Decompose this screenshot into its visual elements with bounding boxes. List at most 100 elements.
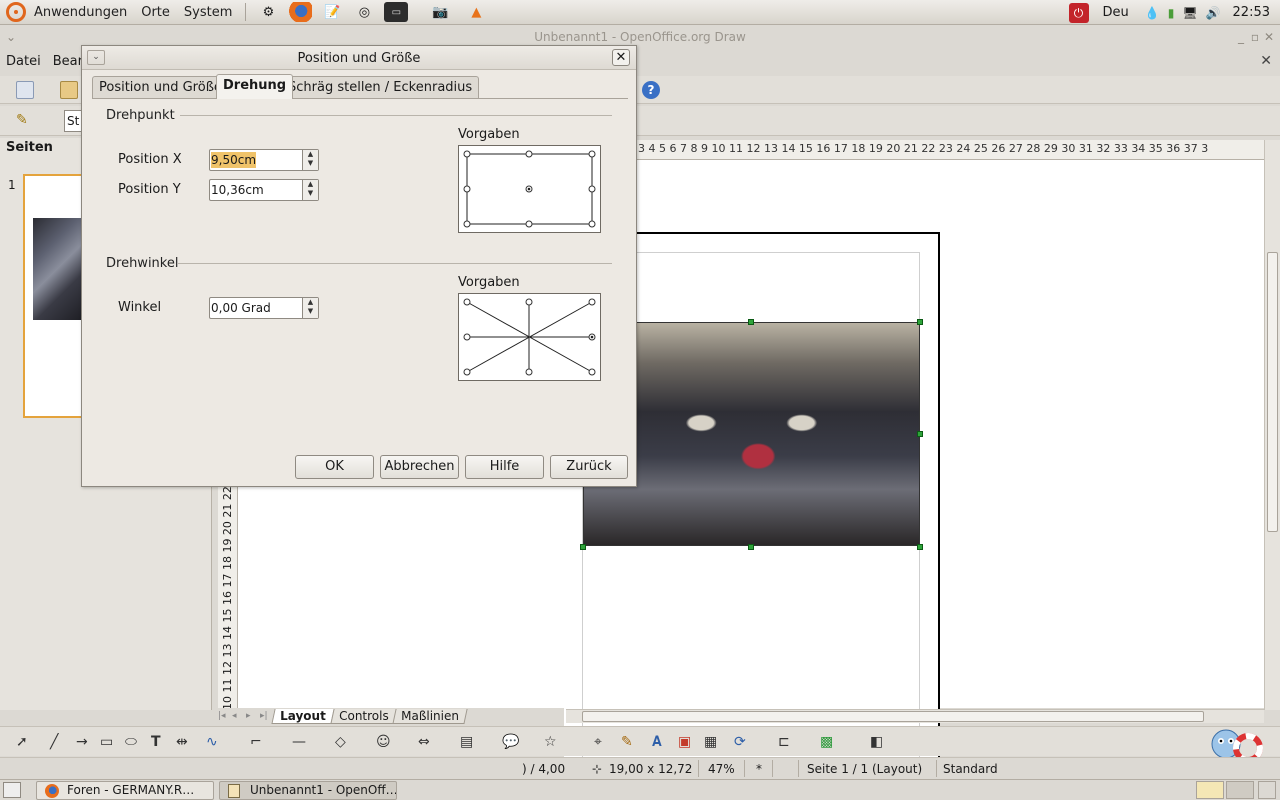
clock[interactable]: 22:53 — [1233, 5, 1270, 20]
help-button[interactable]: Hilfe — [465, 455, 544, 479]
resize-handle-bl[interactable] — [580, 544, 586, 550]
new-document-icon[interactable] — [16, 81, 34, 99]
minimize-icon[interactable]: _ — [1238, 30, 1244, 44]
arrange-icon[interactable]: ▩ — [820, 734, 833, 750]
vertical-scroll-thumb[interactable] — [1267, 252, 1278, 532]
power-icon[interactable]: ⏻ — [1068, 2, 1089, 23]
gallery-icon[interactable]: ▦ — [704, 734, 717, 750]
close-window-icon[interactable]: ✕ — [1264, 30, 1274, 44]
next-layer-icon[interactable]: ▸ — [246, 711, 260, 721]
symbol-shapes-icon[interactable]: ☺ — [376, 734, 391, 750]
tab-rotation[interactable]: Drehung — [216, 74, 294, 99]
volume-icon[interactable]: 🔊 — [1206, 6, 1221, 20]
layer-tabs: |◂ ◂ ▸ ▸| Layout Controls Maßlinien — [218, 708, 564, 724]
horizontal-scrollbar[interactable] — [566, 709, 1264, 723]
resize-handle-b[interactable] — [748, 544, 754, 550]
maximize-icon[interactable]: ▫ — [1251, 30, 1259, 44]
vertical-ruler[interactable]: 10 11 12 13 14 15 16 17 18 19 20 21 22 — [218, 486, 238, 708]
tab-masslinien[interactable]: Maßlinien — [392, 708, 468, 724]
fontwork-icon[interactable]: 𝐀 — [652, 734, 662, 750]
text-editor-icon[interactable]: 📝 — [320, 2, 344, 22]
spin-arrows-icon[interactable]: ▲ ▼ — [302, 150, 318, 170]
first-layer-icon[interactable]: |◂ — [218, 711, 232, 721]
display-icon[interactable]: 🖥 — [1182, 6, 1197, 20]
horizontal-scroll-thumb[interactable] — [582, 711, 1204, 722]
line-arrow-icon[interactable]: → — [76, 734, 88, 750]
cancel-button[interactable]: Abbrechen — [380, 455, 459, 479]
places-menu[interactable]: Orte — [134, 0, 177, 25]
status-zoom[interactable]: 47% — [708, 762, 735, 776]
screenshot-icon[interactable]: 📷 — [428, 2, 452, 22]
tab-controls[interactable]: Controls — [330, 708, 397, 724]
connector-icon[interactable]: ⌐ — [250, 734, 262, 750]
settings-icon[interactable]: ⚙ — [256, 2, 280, 22]
pivot-preset-grid[interactable] — [458, 145, 601, 233]
pivot-y-value[interactable]: 10,36cm — [211, 182, 264, 198]
tab-slant-corner-radius[interactable]: Schräg stellen / Eckenradius — [281, 76, 480, 98]
resize-handle-tr[interactable] — [917, 319, 923, 325]
applications-menu[interactable]: Anwendungen — [0, 0, 134, 25]
resize-handle-r[interactable] — [917, 431, 923, 437]
pivot-x-field[interactable]: 9,50cm ▲ ▼ — [209, 149, 319, 171]
spin-arrows-icon[interactable]: ▲ ▼ — [302, 298, 318, 318]
ok-button[interactable]: OK — [295, 455, 374, 479]
basic-shapes-icon[interactable]: ◇ — [335, 734, 346, 750]
block-arrows-icon[interactable]: ⇔ — [418, 734, 430, 750]
page-thumbnail[interactable] — [23, 174, 83, 418]
glue-points-icon[interactable]: ✎ — [621, 734, 633, 750]
tab-position-size[interactable]: Position und Größe — [92, 76, 229, 98]
ellipse-icon[interactable]: ⬭ — [125, 734, 137, 750]
horizontal-ruler[interactable]: 3 4 5 6 7 8 9 10 11 12 13 14 15 16 17 18… — [636, 140, 1264, 160]
from-file-icon[interactable]: ▣ — [678, 734, 691, 750]
pivot-x-value[interactable]: 9,50cm — [211, 152, 257, 168]
show-desktop-icon[interactable] — [3, 782, 21, 798]
terminal-icon[interactable]: ▭ — [384, 2, 409, 22]
system-menu[interactable]: System — [177, 0, 239, 25]
close-document-icon[interactable]: ✕ — [1260, 53, 1272, 69]
angle-preset-grid[interactable] — [458, 293, 601, 381]
drawing-toolbar: ➚ ╱ → ▭ ⬭ T ⇹ ∿ ⌐ — ◇ ☺ ⇔ ▤ 💬 ☆ ⌖ ✎ 𝐀 ▣ … — [0, 726, 1280, 756]
extrusion-icon[interactable]: ◧ — [870, 734, 883, 750]
magic-wand-icon[interactable]: ✎ — [16, 112, 34, 130]
vlc-icon[interactable]: ▲ — [464, 2, 488, 22]
points-icon[interactable]: ⌖ — [594, 734, 602, 750]
workspace-1[interactable] — [1196, 781, 1224, 799]
angle-field[interactable]: 0,00 Grad ▲ ▼ — [209, 297, 319, 319]
firefox-icon[interactable] — [288, 2, 313, 22]
flowchart-icon[interactable]: ▤ — [460, 734, 473, 750]
keyboard-layout-indicator[interactable]: Deu — [1103, 5, 1129, 20]
tab-layout[interactable]: Layout — [271, 708, 335, 724]
curve-icon[interactable]: ∿ — [206, 734, 218, 750]
taskbar-item-draw[interactable]: Unbenannt1 - OpenOff… — [219, 781, 397, 800]
line-icon[interactable]: ╱ — [50, 734, 58, 750]
alignment-icon[interactable]: ⊏ — [778, 734, 790, 750]
trash-icon[interactable] — [1258, 781, 1276, 799]
prev-layer-icon[interactable]: ◂ — [232, 711, 246, 721]
dialog-titlebar[interactable]: ⌄ Position und Größe ✕ — [82, 46, 636, 70]
battery-icon[interactable]: ▮ — [1168, 6, 1175, 20]
rectangle-icon[interactable]: ▭ — [100, 734, 113, 750]
vertical-scrollbar[interactable] — [1264, 140, 1280, 710]
stars-icon[interactable]: ☆ — [544, 734, 557, 750]
reset-button[interactable]: Zurück — [550, 455, 628, 479]
angle-value[interactable]: 0,00 Grad — [211, 300, 271, 316]
resize-handle-t[interactable] — [748, 319, 754, 325]
select-arrow-icon[interactable]: ➚ — [16, 734, 28, 750]
resize-handle-br[interactable] — [917, 544, 923, 550]
open-folder-icon[interactable] — [60, 81, 78, 99]
fit-text-icon[interactable]: ⇹ — [176, 734, 188, 750]
network-drop-icon[interactable]: 💧 — [1145, 6, 1160, 20]
dialog-title: Position und Größe — [297, 51, 421, 66]
cd-burner-icon[interactable]: ◎ — [352, 2, 376, 22]
rotate-icon[interactable]: ⟳ — [734, 734, 746, 750]
dialog-close-icon[interactable]: ✕ — [612, 49, 630, 66]
help-icon[interactable]: ? — [642, 81, 660, 99]
text-icon[interactable]: T — [151, 734, 161, 750]
workspace-2[interactable] — [1226, 781, 1254, 799]
taskbar-item-firefox[interactable]: Foren - GERMANY.R… — [36, 781, 214, 800]
menu-datei[interactable]: Datei — [0, 54, 47, 69]
callouts-icon[interactable]: 💬 — [502, 734, 519, 750]
lines-arrows-icon[interactable]: — — [292, 734, 306, 750]
spin-arrows-icon[interactable]: ▲ ▼ — [302, 180, 318, 200]
pivot-y-field[interactable]: 10,36cm ▲ ▼ — [209, 179, 319, 201]
